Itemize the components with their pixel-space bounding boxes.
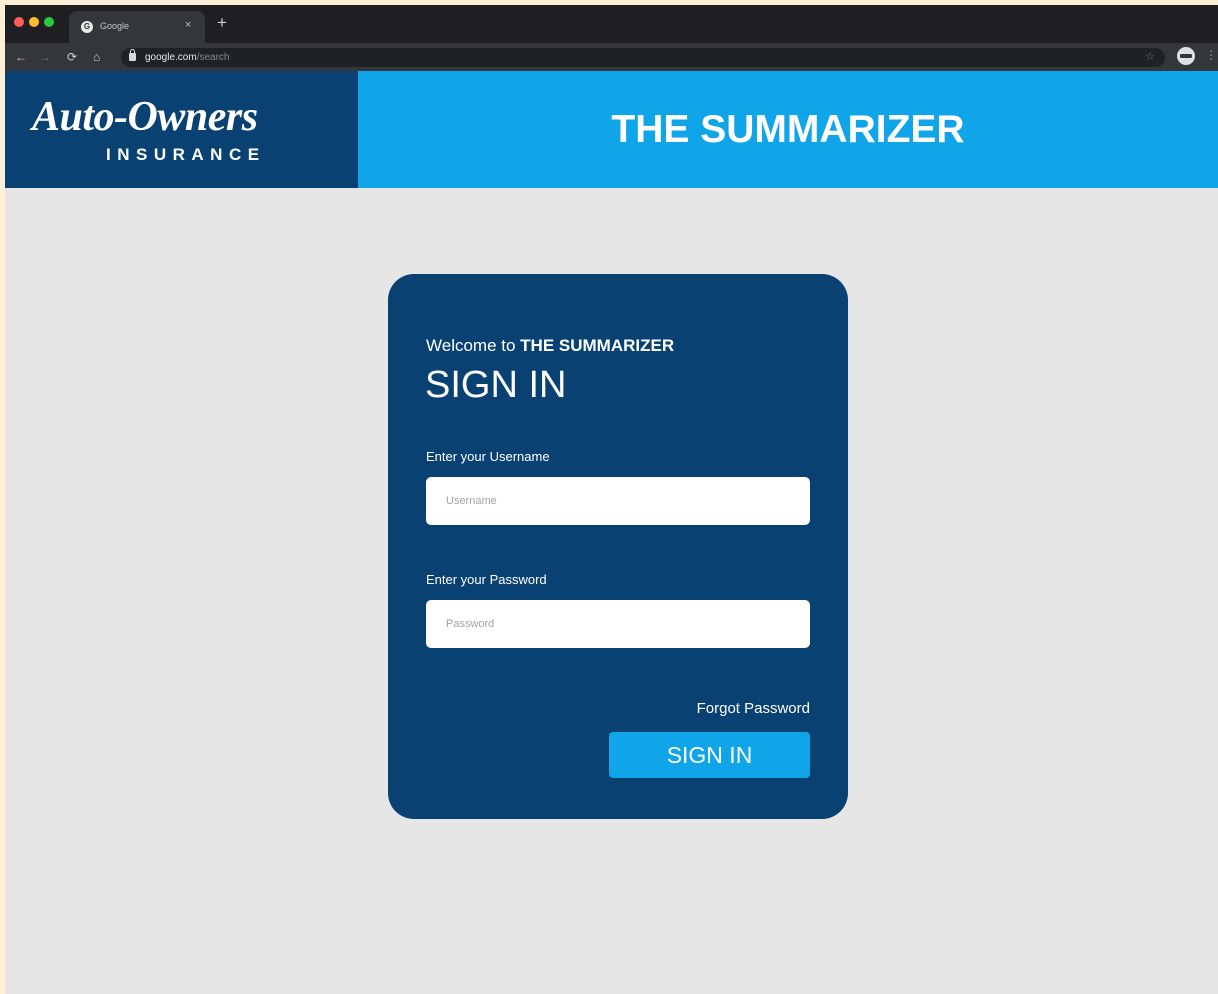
- sign-in-button[interactable]: SIGN IN: [609, 732, 810, 778]
- logo-wordmark: Auto-Owners: [32, 94, 258, 140]
- welcome-text: Welcome to THE SUMMARIZER: [426, 336, 674, 356]
- menu-icon[interactable]: ⋮: [1205, 48, 1217, 62]
- username-input[interactable]: [426, 477, 810, 525]
- sign-in-card: Welcome to THE SUMMARIZER SIGN IN Enter …: [388, 274, 848, 819]
- app-header: Auto-Owners INSURANCE THE SUMMARIZER: [5, 71, 1218, 188]
- profile-icon[interactable]: [1177, 47, 1195, 65]
- browser-tab[interactable]: G Google ×: [69, 11, 205, 43]
- tab-title: Google: [100, 21, 130, 31]
- browser-window: G Google × + ← → ⟳ ⌂ google.com/search ☆…: [5, 5, 1218, 994]
- url-text: google.com/search: [145, 52, 230, 63]
- maximize-window-button[interactable]: [44, 17, 54, 27]
- minimize-window-button[interactable]: [29, 17, 39, 27]
- sign-in-heading: SIGN IN: [425, 364, 567, 406]
- back-arrow-icon[interactable]: ←: [15, 49, 27, 65]
- password-input[interactable]: [426, 600, 810, 648]
- app-title: THE SUMMARIZER: [611, 108, 965, 151]
- google-favicon-icon: G: [81, 21, 93, 33]
- company-logo[interactable]: Auto-Owners INSURANCE: [5, 71, 358, 188]
- lock-icon[interactable]: [129, 49, 136, 61]
- star-icon[interactable]: ☆: [1145, 50, 1155, 63]
- tab-close-icon[interactable]: ×: [185, 19, 191, 31]
- logo-subtitle: INSURANCE: [106, 145, 266, 164]
- tab-strip: G Google × +: [5, 5, 1218, 43]
- close-window-button[interactable]: [14, 17, 24, 27]
- home-icon[interactable]: ⌂: [93, 49, 100, 65]
- welcome-app-name: THE SUMMARIZER: [520, 336, 675, 355]
- address-bar[interactable]: google.com/search ☆: [121, 48, 1165, 67]
- reload-icon[interactable]: ⟳: [67, 49, 77, 65]
- password-label: Enter your Password: [426, 572, 547, 587]
- welcome-prefix: Welcome to: [426, 336, 521, 355]
- url-path: /search: [196, 52, 230, 63]
- url-domain: google.com: [145, 52, 197, 63]
- username-label: Enter your Username: [426, 449, 550, 464]
- new-tab-button[interactable]: +: [217, 13, 227, 33]
- forgot-password-link[interactable]: Forgot Password: [697, 700, 810, 717]
- forward-arrow-icon[interactable]: →: [39, 49, 51, 65]
- browser-toolbar: ← → ⟳ ⌂ google.com/search ☆ ⋮: [5, 43, 1218, 71]
